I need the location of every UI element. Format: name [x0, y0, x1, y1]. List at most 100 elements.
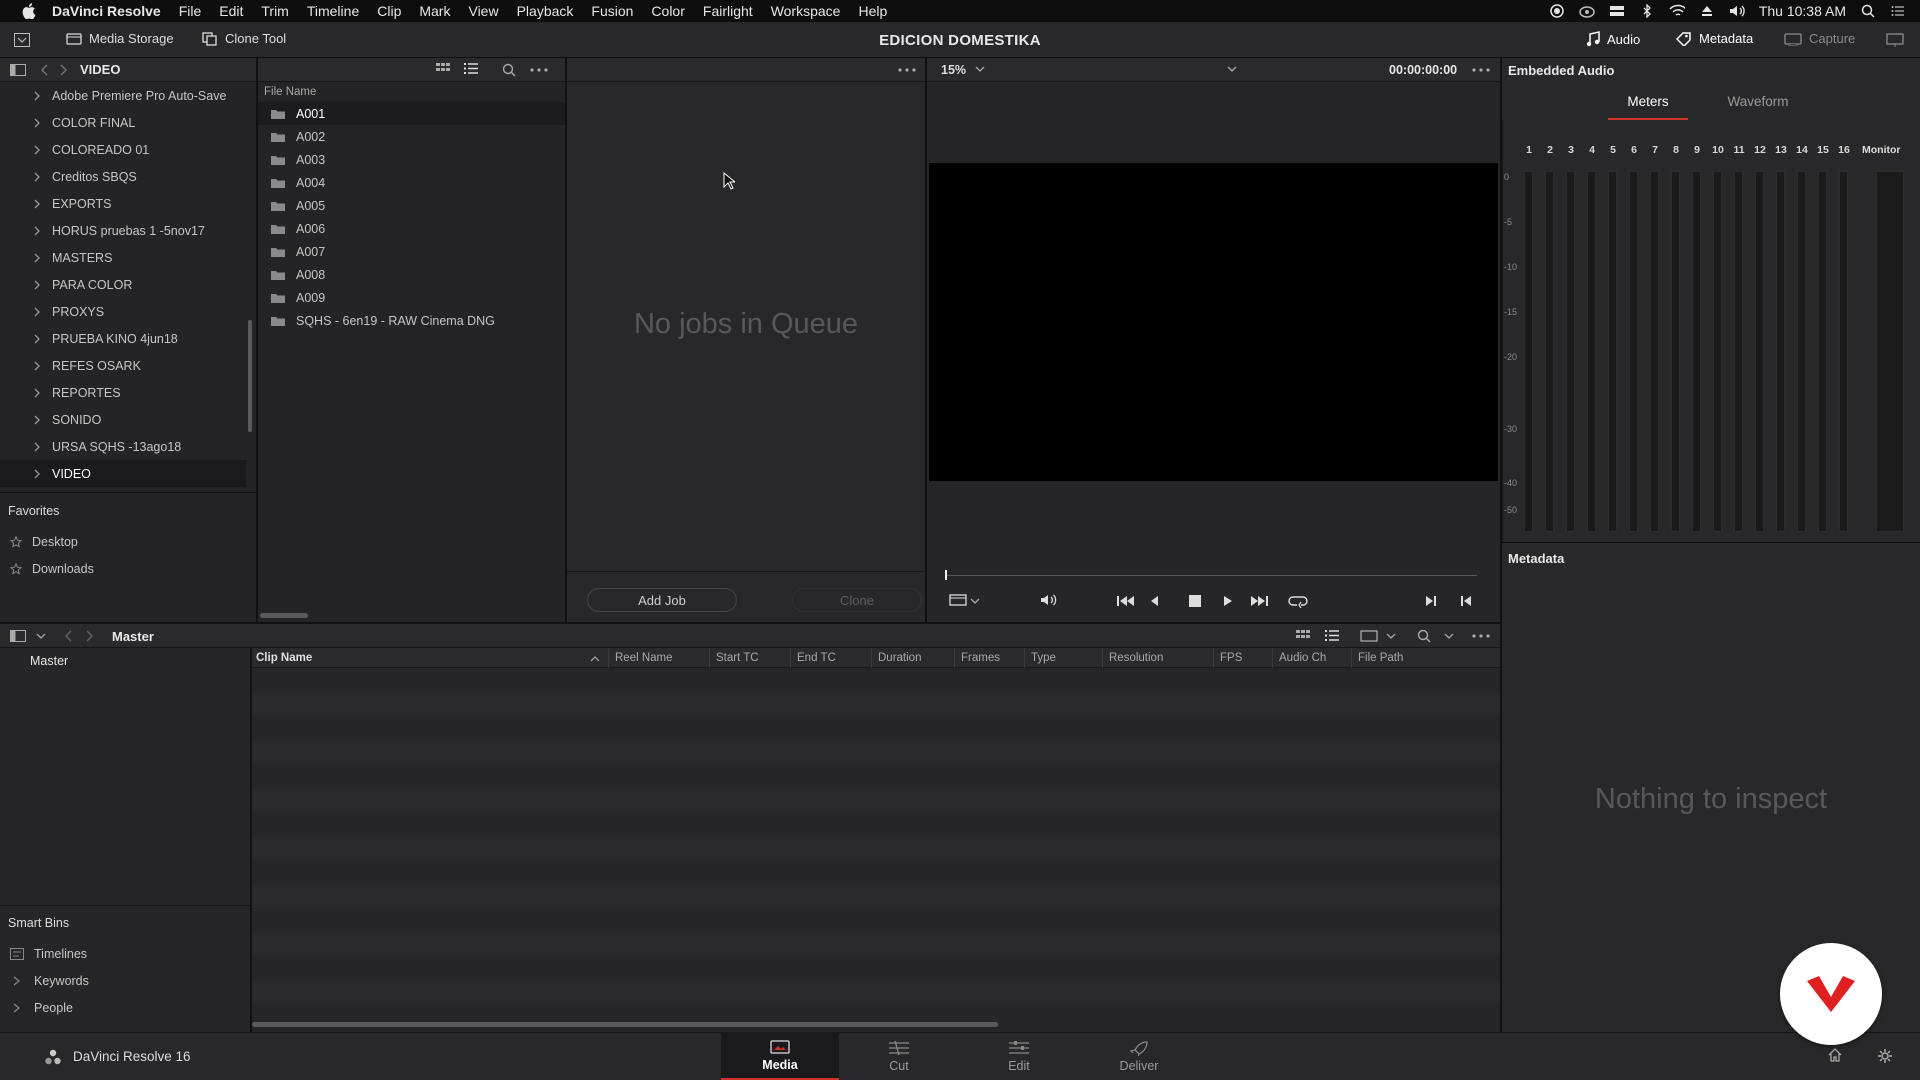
smart-bin-people[interactable]: People: [0, 994, 250, 1021]
pool-back-icon[interactable]: [64, 630, 74, 642]
favorite-downloads[interactable]: Downloads: [0, 555, 256, 582]
queue-options-icon[interactable]: [898, 68, 916, 72]
folder-item[interactable]: COLOR FINAL: [0, 109, 246, 136]
folder-item[interactable]: REFES OSARK: [0, 352, 246, 379]
file-row[interactable]: A006: [258, 217, 565, 240]
folder-item[interactable]: URSA SQHS -13ago18: [0, 433, 246, 460]
column-header[interactable]: Type: [1024, 648, 1102, 668]
spotlight-search-icon[interactable]: [1860, 3, 1876, 19]
go-to-start-icon[interactable]: [1117, 595, 1135, 607]
viewer-canvas[interactable]: [929, 163, 1498, 481]
menu-fairlight[interactable]: Fairlight: [703, 3, 753, 19]
go-to-end-icon[interactable]: [1250, 595, 1270, 607]
audio-button[interactable]: Audio: [1586, 31, 1640, 47]
pool-search-icon[interactable]: [1417, 629, 1431, 643]
menu-trim[interactable]: Trim: [261, 3, 288, 19]
mark-out-icon[interactable]: [1460, 595, 1472, 607]
audio-scrub-icon[interactable]: [1040, 592, 1060, 608]
scrubber-track[interactable]: [945, 575, 1477, 576]
mark-in-icon[interactable]: [1425, 595, 1437, 607]
file-row[interactable]: A004: [258, 171, 565, 194]
play-icon[interactable]: [1223, 595, 1233, 607]
loop-icon[interactable]: [1288, 594, 1308, 608]
pool-view-dropdown-icon[interactable]: [1386, 633, 1396, 640]
folder-item[interactable]: EXPORTS: [0, 190, 246, 217]
viewer-mode-dropdown-icon[interactable]: [970, 598, 980, 605]
column-header[interactable]: Clip Name: [252, 648, 608, 668]
folder-item[interactable]: Creditos SBQS: [0, 163, 246, 190]
back-arrow-icon[interactable]: [40, 64, 50, 76]
folder-tree-scrollbar[interactable]: [248, 320, 252, 432]
menu-playback[interactable]: Playback: [517, 3, 574, 19]
playhead[interactable]: [945, 570, 947, 580]
bin-dropdown-icon[interactable]: [36, 633, 46, 640]
sidebar-toggle-icon[interactable]: [10, 63, 26, 76]
tab-waveform[interactable]: Waveform: [1708, 94, 1808, 120]
column-header[interactable]: File Path: [1351, 648, 1500, 668]
notification-center-icon[interactable]: [1890, 3, 1906, 19]
folder-item[interactable]: MASTERS: [0, 244, 246, 271]
folder-item[interactable]: HORUS pruebas 1 -5nov17: [0, 217, 246, 244]
folder-item[interactable]: REPORTES: [0, 379, 246, 406]
forward-arrow-icon[interactable]: [58, 64, 68, 76]
column-header[interactable]: Reel Name: [608, 648, 709, 668]
menu-fusion[interactable]: Fusion: [591, 3, 633, 19]
menu-mark[interactable]: Mark: [419, 3, 450, 19]
viewer-options-icon[interactable]: [1472, 68, 1490, 72]
pool-sort-dropdown-icon[interactable]: [1444, 633, 1454, 640]
pool-forward-icon[interactable]: [84, 630, 94, 642]
home-icon[interactable]: [1828, 1048, 1842, 1062]
viewer-timecode[interactable]: 00:00:00:00: [1389, 63, 1457, 77]
metadata-button[interactable]: Metadata: [1676, 31, 1753, 46]
zoom-level[interactable]: 15%: [941, 63, 966, 77]
file-row[interactable]: A003: [258, 148, 565, 171]
clip-name-dropdown-icon[interactable]: [1227, 66, 1237, 73]
column-header[interactable]: Frames: [954, 648, 1024, 668]
thumbnail-view-icon[interactable]: [436, 63, 450, 75]
file-row[interactable]: A002: [258, 125, 565, 148]
pool-thumbnail-view-icon[interactable]: [1296, 630, 1310, 642]
page-tab-deliver[interactable]: Deliver: [1080, 1032, 1198, 1080]
page-tab-media[interactable]: Media: [721, 1032, 839, 1080]
clone-button[interactable]: Clone: [792, 588, 922, 612]
bluetooth-icon[interactable]: [1639, 3, 1655, 19]
menu-help[interactable]: Help: [858, 3, 887, 19]
clone-tool-button[interactable]: Clone Tool: [202, 31, 286, 46]
column-header[interactable]: Audio Ch: [1272, 648, 1351, 668]
folder-item[interactable]: VIDEO: [0, 460, 246, 487]
file-row[interactable]: SQHS - 6en19 - RAW Cinema DNG: [258, 309, 565, 332]
list-view-icon[interactable]: [464, 63, 478, 75]
folder-item[interactable]: COLOREADO 01: [0, 136, 246, 163]
smart-bin-timelines[interactable]: Timelines: [0, 940, 250, 967]
clip-table-scrollbar[interactable]: [252, 1022, 998, 1027]
menu-workspace[interactable]: Workspace: [771, 3, 841, 19]
menu-view[interactable]: View: [468, 3, 498, 19]
smart-bin-keywords[interactable]: Keywords: [0, 967, 250, 994]
media-storage-button[interactable]: Media Storage: [66, 31, 174, 46]
bin-master[interactable]: Master: [0, 648, 250, 674]
file-row[interactable]: A008: [258, 263, 565, 286]
filmstrip-view-icon[interactable]: [1360, 630, 1378, 642]
step-back-icon[interactable]: [1149, 595, 1159, 607]
pool-options-icon[interactable]: [1472, 634, 1490, 638]
folder-item[interactable]: PRUEBA KINO 4jun18: [0, 325, 246, 352]
file-row[interactable]: A009: [258, 286, 565, 309]
favorite-desktop[interactable]: Desktop: [0, 528, 256, 555]
file-row[interactable]: A005: [258, 194, 565, 217]
page-tab-cut[interactable]: Cut: [840, 1032, 958, 1080]
folder-item[interactable]: SONIDO: [0, 406, 246, 433]
more-options-icon[interactable]: [530, 68, 548, 72]
file-row[interactable]: A001: [258, 102, 565, 125]
menu-edit[interactable]: Edit: [219, 3, 243, 19]
column-header[interactable]: Start TC: [709, 648, 790, 668]
add-job-button[interactable]: Add Job: [587, 588, 737, 612]
folder-item[interactable]: PROXYS: [0, 298, 246, 325]
settings-gear-icon[interactable]: [1877, 1048, 1893, 1064]
creative-cloud-icon[interactable]: [1579, 3, 1595, 19]
file-list-scrollbar[interactable]: [260, 613, 308, 618]
bin-list-toggle-icon[interactable]: [10, 630, 26, 642]
menu-timeline[interactable]: Timeline: [307, 3, 359, 19]
menu-color[interactable]: Color: [651, 3, 684, 19]
folder-item[interactable]: Adobe Premiere Pro Auto-Save: [0, 82, 246, 109]
full-screen-icon[interactable]: [1884, 31, 1906, 49]
